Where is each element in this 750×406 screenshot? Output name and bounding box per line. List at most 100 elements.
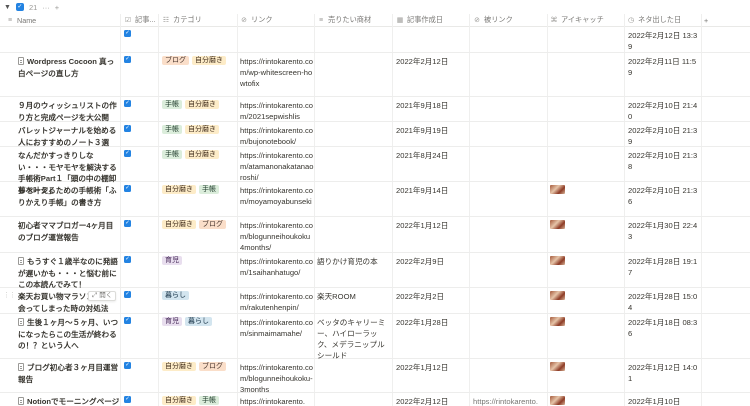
idea-date-cell[interactable]: 2022年2月10日 21:38 [628,150,700,172]
link-cell[interactable]: https://rintokarento.com/atamanonakatana… [240,150,314,183]
row-title[interactable]: バレットジャーナルを始める人におすすめのノート３選 [18,125,120,148]
column-header-backlink[interactable]: ⊘ 被リンク [473,14,547,26]
eyecatch-thumbnail[interactable] [550,220,565,229]
idea-date-cell[interactable]: 2022年1月12日 14:01 [628,362,700,384]
table-row[interactable]: ⋮⋮ 楽天お買い物マラソンで?出会ってしまった時の対処法 ⤢ 開く ✓ 暮らし https:… [0,288,750,314]
link-cell[interactable]: https://rintokarento.com/wp-whitescreen-… [240,56,314,89]
link-cell[interactable]: https://rintokarento.com/bujonotebook/ [240,125,314,147]
eyecatch-cell[interactable] [550,317,570,326]
column-header-product[interactable]: ≡ 売りたい商材 [317,14,393,26]
checkbox-cell[interactable]: ✓ [124,362,136,369]
created-date-cell[interactable]: 2022年2月12日 [396,396,470,406]
table-row[interactable]: 初心者ママブロガー4ヶ月目のブログ運営報告 ✓ 自分磨き ブログ https://rin… [0,217,750,253]
group-add-button[interactable]: + [55,3,59,12]
idea-date-cell[interactable]: 2022年1月18日 08:36 [628,317,700,339]
checkbox-checked-icon[interactable]: ✓ [124,125,131,132]
idea-date-cell[interactable]: 2022年2月10日 21:39 [628,125,700,147]
table-row[interactable]: 夢を叶えるための手帳術「ふりかえり手帳」の書き方 ✓ 自分磨き 手帳 https://r… [0,182,750,217]
column-header-check[interactable]: ☑ 記事... [124,14,160,26]
product-cell[interactable]: 楽天ROOM [317,291,391,302]
category-cell[interactable]: 自分磨き 手帳 [162,185,234,194]
row-title[interactable]: Wordpress Cocoon 真っ白ページの直し方 [18,56,120,79]
checkbox-cell[interactable]: ✓ [124,30,136,37]
eyecatch-thumbnail[interactable] [550,185,565,194]
checkbox-cell[interactable]: ✓ [124,396,136,403]
created-date-cell[interactable]: 2021年9月14日 [396,185,470,196]
checkbox-cell[interactable]: ✓ [124,150,136,157]
table-row[interactable]: バレットジャーナルを始める人におすすめのノート３選 ✓ 手帳 自分磨き https://… [0,122,750,147]
category-cell[interactable]: 手帳 自分磨き [162,150,234,159]
open-button[interactable]: ⤢ 開く [88,291,117,301]
table-row[interactable]: ✓ 2022年2月12日 13:39 [0,27,750,53]
category-cell[interactable]: 手帳 自分磨き [162,100,234,109]
table-row[interactable]: なんだかすっきりしない・・・モヤモヤを解決する手帳術Part１「頭の中の棚卸しペ… [0,147,750,195]
table-row[interactable]: Notionでモーニングページを ✓ 自分磨き手帳 https://rintokare… [0,393,750,406]
category-cell[interactable]: 自分磨き 手帳 [162,396,234,405]
checkbox-checked-icon[interactable]: ✓ [124,150,131,157]
link-cell[interactable]: https://rintokarento.com/sinmaimamahe/ [240,317,314,339]
link-cell[interactable]: https://rintokarento.com/blogunneihoukok… [240,362,314,395]
checkbox-checked-icon[interactable]: ✓ [124,30,131,37]
idea-date-cell[interactable]: 2022年1月10日 [628,396,700,406]
created-date-cell[interactable]: 2021年9月18日 [396,100,470,111]
checkbox-cell[interactable]: ✓ [124,100,136,107]
idea-date-cell[interactable]: 2022年2月10日 21:40 [628,100,700,122]
eyecatch-cell[interactable] [550,291,570,300]
checkbox-checked-icon[interactable]: ✓ [124,100,131,107]
checkbox-checked-icon[interactable]: ✓ [124,291,131,298]
table-row[interactable]: Wordpress Cocoon 真っ白ページの直し方 ✓ ブログ 自分磨き https… [0,53,750,97]
product-cell[interactable]: 語りかけ育児の本 [317,256,391,267]
created-date-cell[interactable]: 2021年9月19日 [396,125,470,136]
checkbox-cell[interactable]: ✓ [124,291,136,298]
table-row[interactable]: もうすぐ１歳半なのに発語が遅いかも・・・と悩む前にこの本読んでみて！ ✓ 育児 htt… [0,253,750,291]
row-title[interactable]: ブログ初心者３ヶ月目運営報告 [18,362,120,385]
created-date-cell[interactable]: 2022年1月12日 [396,220,470,231]
category-cell[interactable]: 育児 暮らし [162,317,234,326]
created-date-cell[interactable]: 2022年2月12日 [396,56,470,67]
row-title[interactable]: 夢を叶えるための手帳術「ふりかえり手帳」の書き方 [18,185,120,208]
checkbox-checked-icon[interactable]: ✓ [124,317,131,324]
created-date-cell[interactable]: 2021年8月24日 [396,150,470,161]
add-column-button[interactable]: + [704,14,718,26]
row-title[interactable]: ９月のウィッシュリストの作り方と完成ページを大公開 [18,100,120,123]
created-date-cell[interactable]: 2022年2月9日 [396,256,470,267]
checkbox-checked-icon[interactable]: ✓ [124,220,131,227]
eyecatch-cell[interactable] [550,256,570,265]
link-cell[interactable]: https://rintokarento.com/1saihanhatugo/ [240,256,314,278]
checkbox-cell[interactable]: ✓ [124,56,136,63]
category-cell[interactable]: 自分磨き ブログ [162,362,234,371]
link-cell[interactable]: https://rintokarento.com/blogunneihoukok… [240,220,314,253]
link-cell[interactable]: https://rintokarento.com/2021sepwishlis [240,100,314,122]
category-cell[interactable]: 手帳 自分磨き [162,125,234,134]
eyecatch-cell[interactable] [550,396,570,405]
link-cell[interactable]: https://rintokarento.com/moyamoyabunseki [240,185,314,207]
row-title[interactable]: もうすぐ１歳半なのに発語が遅いかも・・・と悩む前にこの本読んでみて！ [18,256,120,291]
link-cell[interactable]: https://rintokarento.com/rakutenhenpin/ [240,291,314,313]
checkbox-checked-icon[interactable]: ✓ [124,396,131,403]
caret-down-icon[interactable]: ▼ [4,4,11,11]
eyecatch-thumbnail[interactable] [550,256,565,265]
column-header-link[interactable]: ⊘ リンク [240,14,314,26]
column-header-eyecatch[interactable]: ⌘ アイキャッチ [550,14,624,26]
column-header-name[interactable]: ≡ Name [6,14,118,26]
eyecatch-thumbnail[interactable] [550,362,565,371]
category-cell[interactable]: 自分磨き ブログ [162,220,234,229]
link-cell[interactable]: https://rintokarento. [240,396,314,406]
eyecatch-thumbnail[interactable] [550,396,565,405]
checkbox-checked-icon[interactable]: ✓ [124,185,131,192]
created-date-cell[interactable]: 2022年1月28日 [396,317,470,328]
created-date-cell[interactable]: 2022年1月12日 [396,362,470,373]
column-header-created[interactable]: ▦ 記事作成日 [396,14,470,26]
idea-date-cell[interactable]: 2022年2月11日 11:59 [628,56,700,78]
eyecatch-cell[interactable] [550,220,570,229]
idea-date-cell[interactable]: 2022年1月28日 15:04 [628,291,700,313]
column-header-idea-date[interactable]: ◷ ネタ出した日 [627,14,703,26]
group-checkbox-icon[interactable]: ✓ [15,3,24,11]
category-cell[interactable]: 暮らし [162,291,234,300]
category-cell[interactable]: 育児 [162,256,234,265]
table-row[interactable]: ブログ初心者３ヶ月目運営報告 ✓ 自分磨き ブログ https://rintokaren… [0,359,750,395]
checkbox-cell[interactable]: ✓ [124,220,136,227]
table-row[interactable]: 生後１ヶ月〜５ヶ月、いつになったらこの生活が終わるの！？という人へ ✓ 育児 暮らし h… [0,314,750,360]
idea-date-cell[interactable]: 2022年1月28日 19:17 [628,256,700,278]
idea-date-cell[interactable]: 2022年1月30日 22:43 [628,220,700,242]
